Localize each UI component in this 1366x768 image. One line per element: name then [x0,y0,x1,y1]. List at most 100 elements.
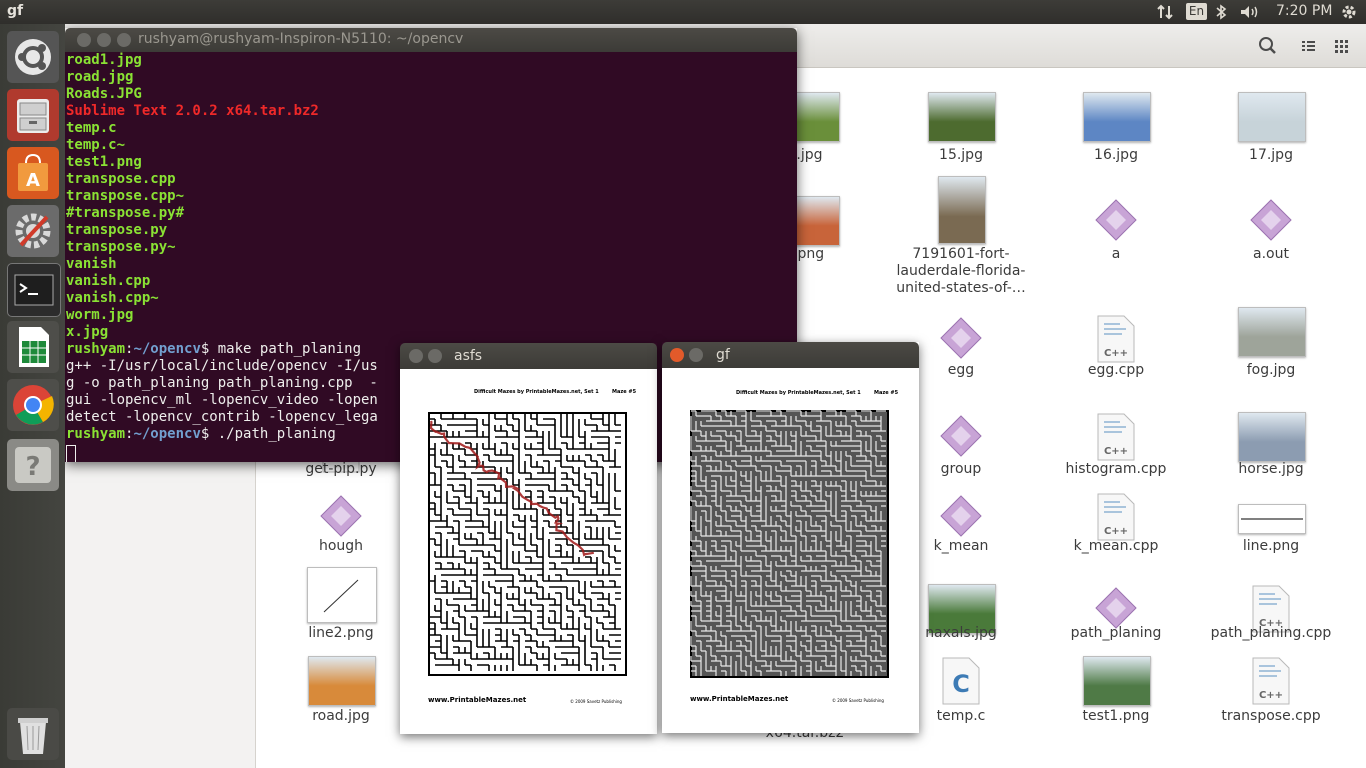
terminal-output-line: g++ -I/usr/local/include/opencv -I/us [66,358,378,374]
list-view-icon [1302,41,1315,51]
terminal-prompt-line: rushyam:~/opencv$ ./path_planing [66,426,336,442]
search-button[interactable] [1252,31,1282,61]
maze-window-titlebar[interactable]: asfs [400,343,657,369]
maze-footer-site: www.PrintableMazes.net [690,695,789,703]
settings-gear-icon [15,213,51,249]
maze-window-title: asfs [454,348,483,364]
cpp-source-icon: C++ [1097,413,1135,461]
maximize-button[interactable] [117,33,131,47]
executable-icon [940,415,982,457]
svg-text:C: C [952,670,970,698]
image-thumbnail [308,656,376,706]
svg-text:A: A [26,170,40,191]
image-thumbnail [938,176,986,244]
terminal-file-line: temp.c [66,120,117,136]
trash-button[interactable] [7,708,59,760]
list-view-button[interactable] [1293,31,1323,61]
terminal-file-line: x.jpg [66,324,109,340]
svg-text:C++: C++ [1104,526,1128,537]
cpp-source-icon: C++ [1097,315,1135,363]
svg-text:C++: C++ [1104,348,1128,359]
cpp-source-icon: C++ [1097,493,1135,541]
maze-window-gf[interactable]: gf Difficult Mazes by PrintableMazes.net… [662,342,919,733]
file-label: a.out [1253,246,1289,262]
terminal-file-line: transpose.cpp [66,171,176,187]
image-thumbnail [1238,92,1306,142]
terminal-launcher-button[interactable] [7,263,61,317]
volume-icon[interactable] [1240,4,1262,24]
image-thumbnail [307,567,377,623]
help-launcher-button[interactable]: ? [7,439,59,491]
ubuntu-dash-button[interactable] [7,31,59,83]
terminal-file-line: transpose.py [66,222,168,238]
executable-icon [940,495,982,537]
software-center-button[interactable]: A [7,147,59,199]
cpp-source-icon: C++ [1252,657,1290,705]
terminal-file-line: transpose.cpp~ [66,188,185,204]
executable-icon [1250,199,1292,241]
terminal-title: rushyam@rushyam-Inspiron-N5110: ~/opencv [138,31,464,47]
c-source-icon: C [942,657,980,705]
maze-footer-copyright: © 2009 Savetz Publishing [832,698,884,703]
image-thumbnail [1238,504,1306,534]
keyboard-layout-indicator[interactable]: En [1186,3,1207,20]
image-thumbnail [1238,307,1306,357]
terminal-file-line: transpose.py~ [66,239,176,255]
minimize-button[interactable] [428,349,442,363]
gear-icon[interactable] [1340,3,1358,25]
terminal-cursor [66,445,76,462]
network-icon[interactable] [1157,4,1175,24]
terminal-file-line: temp.c~ [66,137,126,153]
libreoffice-calc-button[interactable] [7,321,59,373]
maze-image: Difficult Mazes by PrintableMazes.net, S… [662,368,919,733]
close-button[interactable] [670,348,684,362]
maze-window-title: gf [716,347,730,363]
maze-window-asfs[interactable]: asfs Difficult Mazes by PrintableMazes.n… [400,343,657,734]
terminal-file-line: Sublime Text 2.0.2 x64.tar.bz2 [66,103,319,119]
system-settings-button[interactable] [7,205,59,257]
maze-window-titlebar[interactable]: gf [662,342,919,368]
executable-icon [320,495,362,537]
maze-grid [428,412,627,676]
close-button[interactable] [77,33,91,47]
file-cabinet-icon [17,99,49,133]
image-thumbnail [1238,412,1306,462]
terminal-titlebar[interactable]: rushyam@rushyam-Inspiron-N5110: ~/opencv [65,28,797,52]
app-title: gf [7,3,24,19]
file-label: line.png [1242,538,1300,554]
ubuntu-logo-icon [15,39,51,75]
terminal-output-line: g -o path_planing path_planing.cpp - [66,375,378,391]
search-icon [1259,37,1276,54]
terminal-file-line: vanish.cpp [66,273,151,289]
terminal-file-line: road.jpg [66,69,134,85]
terminal-output-line: detect -lopencv_contrib -lopencv_lega [66,409,378,425]
files-launcher-button[interactable] [7,89,59,141]
svg-text:C++: C++ [1104,446,1128,457]
terminal-file-line: #transpose.py# [66,205,185,221]
maze-grid [690,410,889,678]
chrome-launcher-button[interactable] [7,379,59,431]
terminal-file-line: Roads.JPG [66,86,142,102]
close-button[interactable] [409,349,423,363]
maze-footer-copyright: © 2009 Savetz Publishing [570,699,622,704]
terminal-file-line: vanish [66,256,117,272]
terminal-file-line: road1.jpg [66,52,142,68]
image-thumbnail [928,92,996,142]
image-thumbnail [1083,656,1151,706]
maze-footer-site: www.PrintableMazes.net [428,696,527,704]
help-icon: ? [15,447,51,483]
top-panel: gf En 7:20 PM [0,0,1366,24]
file-label: path_planing.cpp [1210,625,1332,641]
minimize-button[interactable] [689,348,703,362]
minimize-button[interactable] [97,33,111,47]
bluetooth-icon[interactable] [1215,4,1227,24]
file-label: fog.jpg [1246,362,1296,378]
clock[interactable]: 7:20 PM [1276,3,1332,19]
terminal-file-line: vanish.cpp~ [66,290,159,306]
shopping-bag-icon: A [18,153,48,191]
grid-view-button[interactable] [1326,31,1356,61]
terminal-file-line: worm.jpg [66,307,134,323]
spreadsheet-icon [19,327,49,367]
grid-view-icon [1335,40,1348,53]
image-thumbnail [1083,92,1151,142]
